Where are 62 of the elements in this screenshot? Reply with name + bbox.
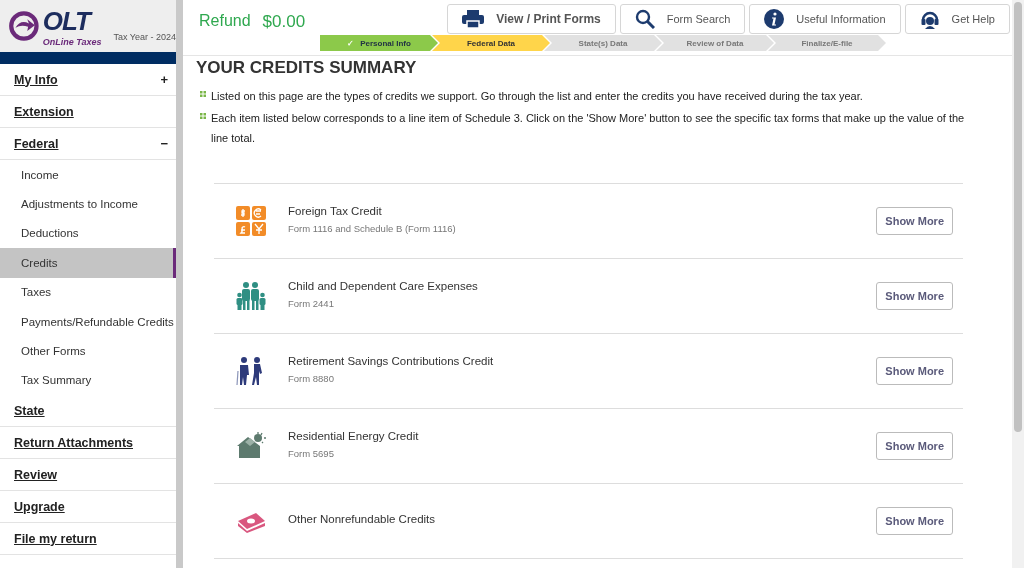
sidebar-section[interactable]: Extension [0, 96, 176, 128]
bullet-icon [200, 113, 206, 119]
show-more-button[interactable]: Show More [876, 282, 953, 310]
sidebar-section[interactable]: Upgrade [0, 491, 176, 524]
logo-wordmark: OLT [42, 5, 102, 37]
progress-step: ✓ Personal Info [320, 35, 438, 51]
currency-icon [236, 206, 266, 236]
credit-name: Other Nonrefundable Credits [288, 513, 437, 525]
sidebar-item[interactable]: Other Forms [0, 336, 176, 366]
credit-forms: Form 1116 and Schedule B (Form 1116) [288, 222, 457, 234]
sidebar-section[interactable]: My Info + [0, 64, 176, 96]
toolbar-button[interactable]: Form Search [619, 4, 746, 34]
scrollbar-thumb[interactable] [1014, 2, 1022, 432]
instruction-text: Each item listed below corresponds to a line item of Schedule 3. Click on the 'Show More' button to see the specific tax forms that make up the value of the line total. [211, 111, 966, 146]
sidebar-section[interactable]: Federal − [0, 128, 176, 160]
toolbar-button[interactable]: Useful Information [749, 4, 901, 34]
search-icon [634, 9, 655, 29]
tax-year: Tax Year - 2024 [113, 32, 176, 42]
credit-forms: Form 5695 [288, 447, 335, 459]
credit-name: Foreign Tax Credit [288, 204, 383, 217]
progress-step: State(s) Data [544, 35, 662, 51]
credit-name: Residential Energy Credit [288, 429, 420, 442]
show-more-button[interactable]: Show More [876, 432, 953, 460]
sidebar-section[interactable]: File my return [0, 523, 176, 556]
check-mark: ✓ [347, 38, 355, 48]
sidebar-item[interactable]: Tax Summary [0, 365, 176, 396]
headset-icon [919, 9, 940, 29]
family-icon [236, 282, 266, 310]
show-more-button[interactable]: Show More [876, 507, 953, 535]
progress-step: Federal Data [432, 35, 550, 51]
sidebar-section[interactable]: Review [0, 459, 176, 492]
sidebar-item[interactable]: Taxes [0, 277, 176, 307]
sidebar-section[interactable]: State [0, 395, 176, 428]
sidebar-item[interactable]: Payments/Refundable Credits [0, 306, 176, 337]
credit-forms: Form 2441 [288, 297, 335, 309]
scrollbar[interactable] [1012, 0, 1024, 568]
logo-tagline: OnLine Taxes [42, 36, 102, 47]
credit-name: Child and Dependent Care Expenses [288, 279, 479, 292]
sidebar-item[interactable]: Deductions [0, 218, 176, 249]
page-title: YOUR CREDITS SUMMARY [196, 58, 418, 78]
toolbar-button[interactable]: Get Help [904, 4, 1010, 34]
sidebar-item[interactable]: Adjustments to Income [0, 189, 176, 219]
sidebar-item[interactable]: Income [0, 160, 176, 190]
toggle-sign[interactable]: − [160, 136, 168, 151]
show-more-button[interactable]: Show More [876, 357, 953, 385]
toggle-sign[interactable]: + [160, 72, 168, 87]
bullet-icon [200, 91, 206, 97]
printer-icon [462, 10, 485, 28]
credit-forms: Form 8880 [288, 372, 335, 384]
credit-name: Retirement Savings Contributions Credit [288, 354, 495, 367]
sidebar-item[interactable]: Credits [0, 248, 176, 278]
sidebar-section[interactable]: Return Attachments [0, 427, 176, 460]
info-icon [764, 9, 785, 29]
solar-house-icon [236, 432, 266, 460]
refund-label: Refund [199, 12, 251, 31]
toolbar-button[interactable]: View / Print Forms [447, 4, 616, 34]
instruction-text: Listed on this page are the types of credits we support. Go through the list and enter the credits you have received during the tax year. [211, 89, 863, 104]
logo-swirl-icon [7, 9, 41, 43]
show-more-button[interactable]: Show More [876, 207, 953, 235]
refund-amount: $0.00 [262, 12, 306, 32]
progress-step: Review of Data [656, 35, 774, 51]
progress-step: Finalize/E-file [768, 35, 886, 51]
